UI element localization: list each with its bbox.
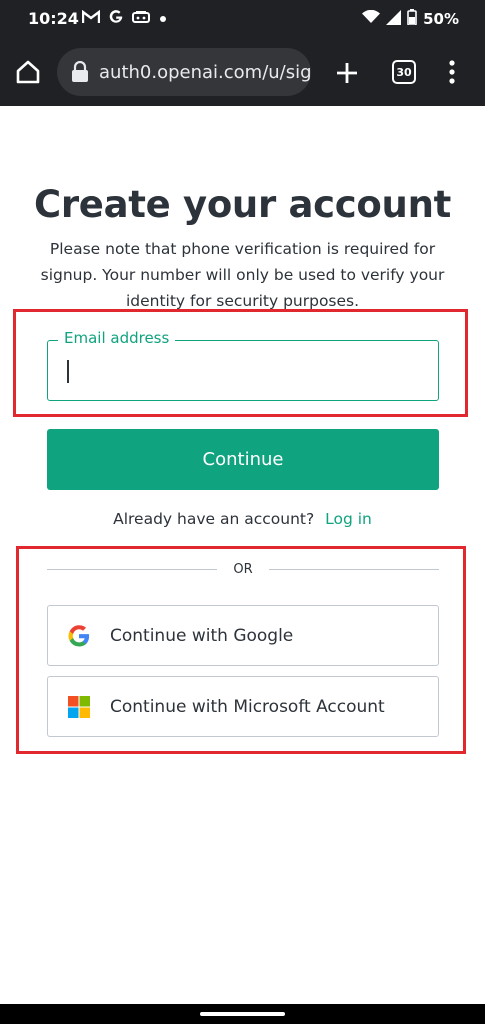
divider-line-left: [47, 568, 218, 570]
login-link[interactable]: Log in: [325, 510, 372, 528]
dot-icon: [158, 10, 168, 28]
wifi-icon: [362, 9, 381, 28]
gmail-icon: [81, 9, 101, 28]
microsoft-logo-icon: [68, 695, 90, 718]
more-vert-icon: [449, 60, 455, 84]
email-input[interactable]: [66, 356, 426, 386]
status-time: 10:24: [28, 9, 79, 28]
browser-toolbar: auth0.openai.com/u/sig 30: [0, 38, 485, 106]
login-row: Already have an account? Log in: [0, 510, 485, 528]
signal-icon: [386, 9, 402, 29]
url-text: auth0.openai.com/u/sig: [99, 61, 311, 83]
continue-with-google-button[interactable]: Continue with Google: [47, 605, 439, 666]
address-bar[interactable]: auth0.openai.com/u/sig: [57, 48, 311, 96]
email-field[interactable]: Email address: [47, 329, 439, 401]
google-logo-icon: [68, 624, 90, 647]
home-icon: [16, 60, 40, 84]
email-label: Email address: [58, 329, 176, 347]
google-icon: [108, 9, 124, 29]
login-prompt: Already have an account?: [113, 510, 315, 528]
google-button-label: Continue with Google: [110, 625, 294, 646]
page-title: Create your account: [33, 183, 452, 226]
game-icon: [132, 10, 150, 28]
gesture-handle[interactable]: [200, 1012, 285, 1016]
status-notification-icons: [81, 9, 168, 29]
plus-icon: [337, 63, 357, 83]
battery-icon: [407, 9, 417, 29]
status-bar: 10:24 50%: [0, 0, 485, 38]
divider-line-right: [268, 568, 440, 570]
home-button[interactable]: [14, 58, 42, 86]
tab-switcher-button[interactable]: 30: [392, 60, 416, 84]
status-system-icons: 50%: [362, 9, 459, 29]
overflow-menu-button[interactable]: [445, 58, 459, 86]
battery-percent: 50%: [423, 10, 459, 28]
new-tab-button[interactable]: [334, 60, 360, 86]
or-divider: OR: [47, 560, 440, 578]
continue-button[interactable]: Continue: [47, 429, 439, 490]
continue-with-microsoft-button[interactable]: Continue with Microsoft Account: [47, 676, 439, 737]
text-caret: [67, 360, 69, 383]
or-text: OR: [233, 561, 253, 577]
phone-verification-note: Please note that phone verification is r…: [40, 240, 445, 310]
microsoft-button-label: Continue with Microsoft Account: [110, 696, 385, 717]
lock-icon: [72, 61, 88, 82]
